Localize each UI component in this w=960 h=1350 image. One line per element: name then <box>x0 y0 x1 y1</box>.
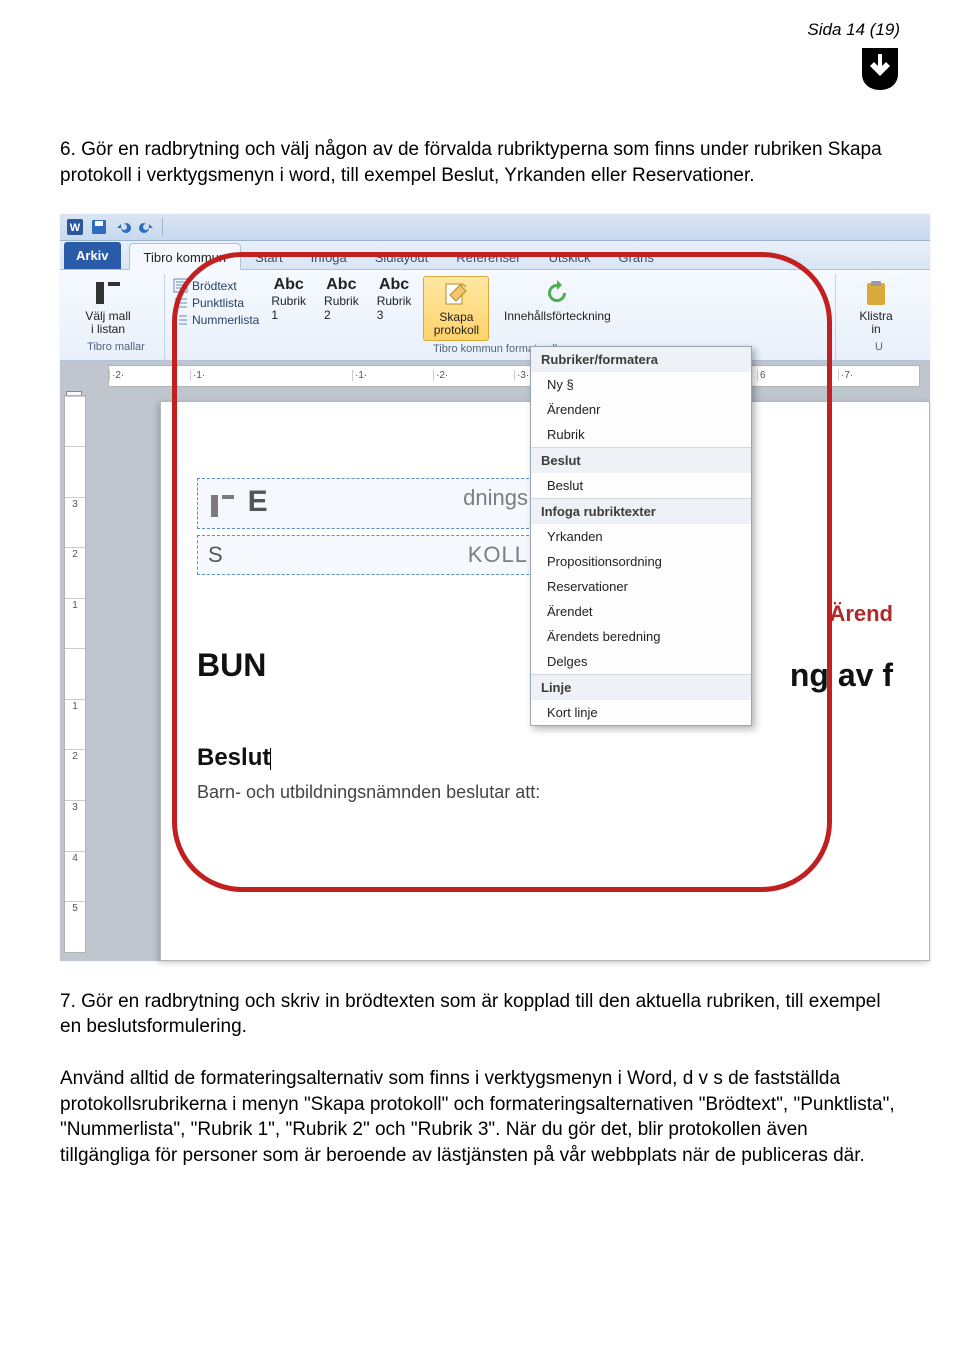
dd-item-arendet[interactable]: Ärendet <box>531 599 751 624</box>
valj-mall-button[interactable]: Välj mall i listan <box>76 276 140 338</box>
save-icon[interactable] <box>90 218 108 236</box>
refresh-icon <box>544 280 570 306</box>
tab-sidlayout[interactable]: Sidlayout <box>361 244 442 269</box>
nummerlista-button[interactable]: 123Nummerlista <box>173 312 259 327</box>
doc-ngav-fragment: ng av f <box>790 657 893 694</box>
ruler-vertical: 32112345 <box>64 395 86 953</box>
group-mallar-title: Tibro mallar <box>76 339 156 356</box>
tab-granska[interactable]: Grans <box>604 244 667 269</box>
rubrik3-button[interactable]: AbcRubrik 3 <box>371 276 418 322</box>
qat-separator <box>162 218 163 236</box>
doc-koll-fragment: KOLL <box>468 542 528 568</box>
tab-start[interactable]: Start <box>241 244 296 269</box>
ruler-horizontal: ·2··1··1··2··3··4··5·6·7· <box>108 365 920 387</box>
document-area: L ·2··1··1··2··3··4··5·6·7· 32112345 E d… <box>60 361 930 961</box>
group-klistra: Klistra in U <box>836 274 922 359</box>
dd-item-arendets-beredning[interactable]: Ärendets beredning <box>531 624 751 649</box>
doc-arend-fragment: Ärend <box>829 601 893 626</box>
dd-item-ny[interactable]: Ny § <box>531 372 751 397</box>
dd-item-rubrik[interactable]: Rubrik <box>531 422 751 447</box>
ribbon-body: Välj mall i listan Tibro mallar Brödtext… <box>60 270 930 360</box>
redo-icon[interactable] <box>138 218 156 236</box>
skapa-protokoll-dropdown: Rubriker/formatera Ny § Ärendenr Rubrik … <box>530 346 752 726</box>
klistra-in-button[interactable]: Klistra in <box>844 276 908 338</box>
dd-header-rubriker: Rubriker/formatera <box>531 347 751 372</box>
group-tibro-mallar: Välj mall i listan Tibro mallar <box>68 274 165 359</box>
skapa-protokoll-icon <box>442 281 470 307</box>
ribbon-tabs: Arkiv Tibro kommun Start Infoga Sidlayou… <box>60 241 930 270</box>
tab-infoga[interactable]: Infoga <box>297 244 361 269</box>
quick-access-toolbar: W <box>60 214 930 241</box>
tab-file[interactable]: Arkiv <box>64 242 121 269</box>
svg-text:3: 3 <box>174 323 177 327</box>
rubrik2-button[interactable]: AbcRubrik 2 <box>318 276 365 322</box>
dd-item-kort-linje[interactable]: Kort linje <box>531 700 751 725</box>
dashed-box-1: E dnings <box>197 478 539 530</box>
template-glyph-icon <box>208 492 238 522</box>
group-u-title: U <box>844 339 914 356</box>
svg-text:W: W <box>70 222 81 234</box>
word-app-icon: W <box>66 218 84 236</box>
dd-item-delges[interactable]: Delges <box>531 649 751 674</box>
dd-header-beslut: Beslut <box>531 447 751 473</box>
paragraph-tip: Använd alltid de formateringsalternativ … <box>60 1066 900 1169</box>
doc-dnings-fragment: dnings <box>463 485 528 511</box>
dd-header-linje: Linje <box>531 674 751 700</box>
undo-icon[interactable] <box>114 218 132 236</box>
brodtext-button[interactable]: Brödtext <box>173 278 259 293</box>
dd-header-infoga: Infoga rubriktexter <box>531 498 751 524</box>
doc-beslut-heading: Beslut <box>197 744 893 772</box>
logo-container <box>60 46 900 97</box>
dd-item-yrkanden[interactable]: Yrkanden <box>531 524 751 549</box>
format-stack: Brödtext Punktlista 123Nummerlista <box>173 276 259 327</box>
paste-icon <box>863 279 889 307</box>
dd-item-beslut[interactable]: Beslut <box>531 473 751 498</box>
page-number: Sida 14 (19) <box>60 20 900 40</box>
word-screenshot: W Arkiv Tibro kommun Start Infoga Sidlay… <box>60 214 930 960</box>
skapa-protokoll-button[interactable]: Skapa protokoll <box>423 276 489 340</box>
paragraph-7: 7. Gör en radbrytning och skriv in brödt… <box>60 989 900 1040</box>
doc-barn-line: Barn- och utbildningsnämnden beslutar at… <box>197 782 893 803</box>
tab-referenser[interactable]: Referenser <box>442 244 534 269</box>
paragraph-6: 6. Gör en radbrytning och välj någon av … <box>60 137 900 188</box>
dd-item-arendenr[interactable]: Ärendenr <box>531 397 751 422</box>
punktlista-button[interactable]: Punktlista <box>173 295 259 310</box>
dashed-box-2: S KOLL <box>197 535 539 575</box>
innehallsforteckning-button[interactable]: Innehållsförteckning <box>495 276 619 325</box>
doc-bun: BUN <box>197 647 266 683</box>
dd-item-propositionsordning[interactable]: Propositionsordning <box>531 549 751 574</box>
rubrik1-button[interactable]: AbcRubrik 1 <box>265 276 312 322</box>
tab-tibro-kommun[interactable]: Tibro kommun <box>129 243 242 270</box>
template-icon <box>94 280 122 306</box>
tab-utskick[interactable]: Utskick <box>535 244 605 269</box>
dd-item-reservationer[interactable]: Reservationer <box>531 574 751 599</box>
shield-logo-icon <box>860 46 900 92</box>
